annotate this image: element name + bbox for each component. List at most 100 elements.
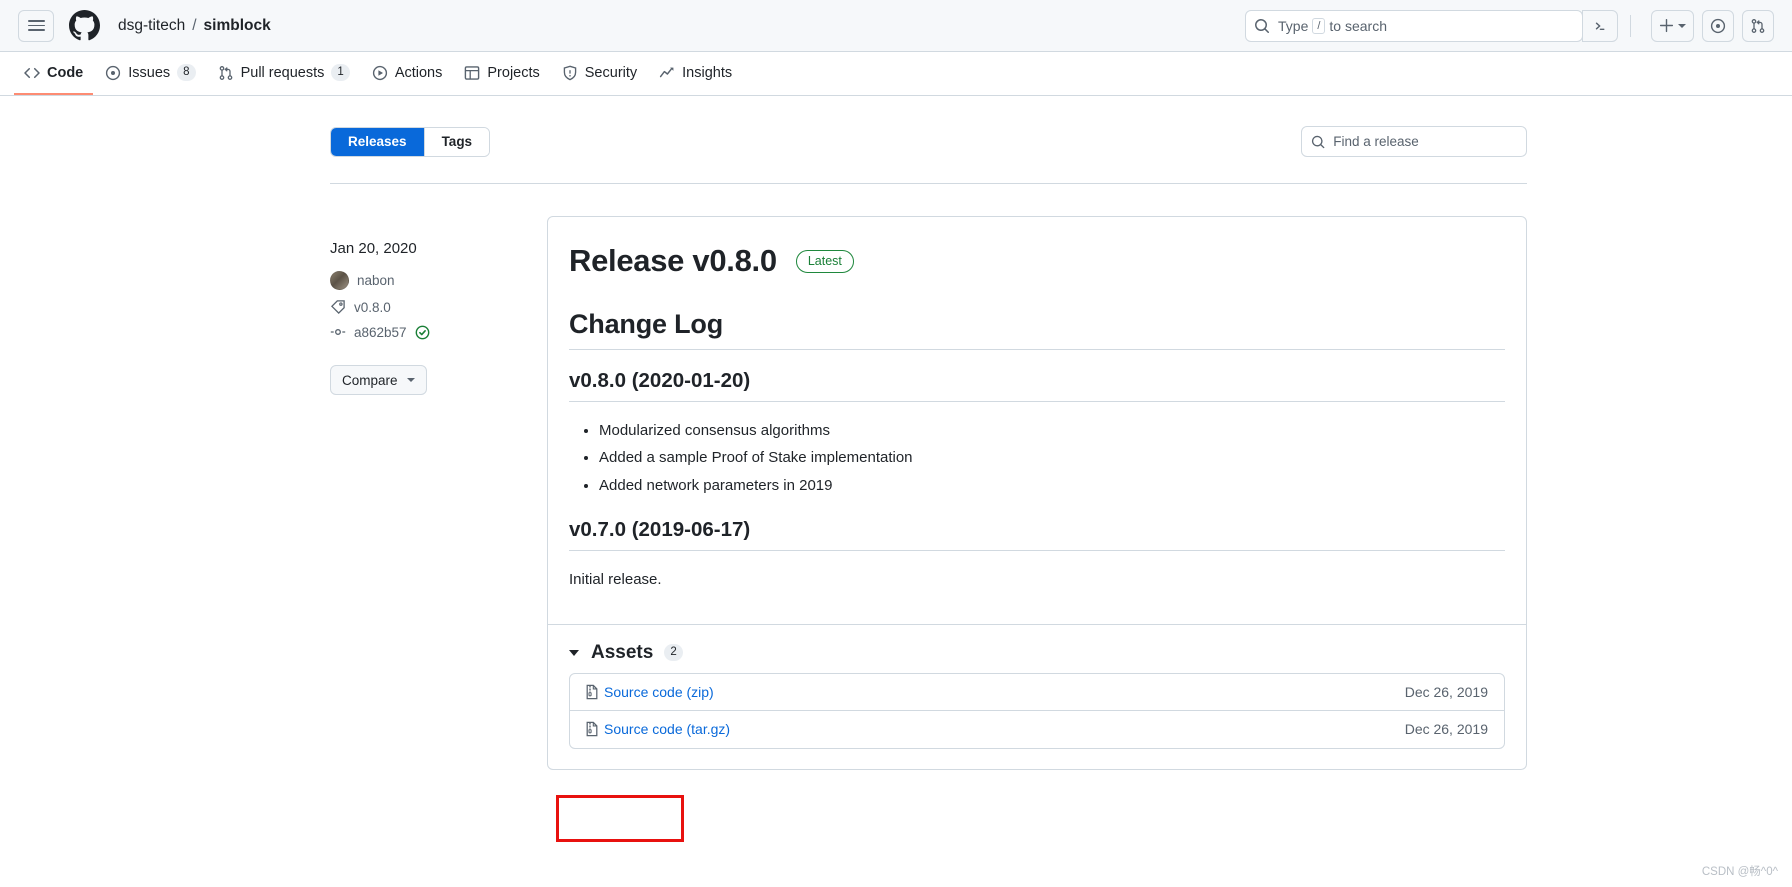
tab-actions[interactable]: Actions <box>362 52 453 95</box>
tab-issues[interactable]: Issues 8 <box>95 52 205 95</box>
releases-page: Releases Tags Jan 20, 2020 nabon <box>0 126 1792 770</box>
search-icon <box>1255 18 1269 33</box>
tab-pull-requests-count: 1 <box>331 64 350 81</box>
tab-issues-count: 8 <box>177 64 196 81</box>
git-pull-request-icon <box>1751 18 1765 33</box>
header-divider <box>1630 14 1631 37</box>
tab-security[interactable]: Security <box>552 52 647 95</box>
tab-security-label: Security <box>584 64 638 81</box>
your-issues-button[interactable] <box>1702 9 1734 42</box>
assets-count: 2 <box>664 644 683 662</box>
app-viewport: dsg-titech / simblock Type / to search C… <box>0 0 1792 887</box>
asset-label-group: Source code (zip) <box>584 684 714 700</box>
code-icon <box>24 67 40 78</box>
issue-opened-icon <box>1710 18 1726 33</box>
release-tag[interactable]: v0.8.0 <box>330 299 525 315</box>
command-palette-button[interactable] <box>1582 9 1618 42</box>
plus-icon <box>1659 18 1674 33</box>
asset-date: Dec 26, 2019 <box>1404 721 1488 738</box>
compare-button[interactable]: Compare <box>330 365 427 395</box>
table-icon <box>465 65 480 80</box>
triangle-down-icon <box>569 649 579 656</box>
your-pull-requests-button[interactable] <box>1742 9 1774 42</box>
file-zip-icon <box>586 722 598 737</box>
breadcrumb-owner[interactable]: dsg-titech <box>118 17 185 35</box>
release-commit-sha[interactable]: a862b57 <box>354 325 407 340</box>
tab-projects-label: Projects <box>487 64 540 81</box>
issue-opened-icon <box>106 65 121 80</box>
global-header: dsg-titech / simblock Type / to search <box>0 0 1792 52</box>
global-search-button[interactable]: Type / to search <box>1245 9 1583 42</box>
tab-pull-requests-label: Pull requests <box>240 64 325 81</box>
changelog-section-heading-1: v0.7.0 (2019-06-17) <box>569 518 1505 551</box>
repo-navigation: Code Issues 8 Pull requests 1 Actions Pr… <box>0 52 1792 96</box>
search-icon <box>1311 135 1325 148</box>
annotation-highlight-box <box>556 795 684 842</box>
slash-key-hint: / <box>1312 17 1326 34</box>
search-placeholder-prefix: Type <box>1278 17 1309 34</box>
avatar <box>330 271 349 290</box>
release-card: Release v0.8.0 Latest Change Log v0.8.0 … <box>547 216 1527 770</box>
assets-title: Assets <box>591 641 654 663</box>
list-item: Added network parameters in 2019 <box>599 474 1505 498</box>
asset-date: Dec 26, 2019 <box>1404 683 1488 700</box>
git-commit-icon <box>330 329 346 335</box>
list-item: Modularized consensus algorithms <box>599 419 1505 443</box>
create-new-button[interactable] <box>1651 9 1694 42</box>
changelog-paragraph-1: Initial release. <box>569 570 662 588</box>
tab-actions-label: Actions <box>394 64 443 81</box>
release-author-name[interactable]: nabon <box>357 273 395 288</box>
chevron-down-icon <box>1678 23 1686 28</box>
release-card-body: Release v0.8.0 Latest Change Log v0.8.0 … <box>548 217 1526 624</box>
asset-label-group: Source code (tar.gz) <box>584 721 730 737</box>
assets-section: Assets 2 Source code (zip) Dec 26, 2019 … <box>548 623 1526 769</box>
breadcrumb-repo[interactable]: simblock <box>204 17 271 35</box>
search-placeholder-suffix: to search <box>1329 17 1388 34</box>
verified-check-icon <box>415 325 429 339</box>
release-commit[interactable]: a862b57 <box>330 324 525 340</box>
git-pull-request-icon <box>219 65 232 80</box>
search-placeholder: Type / to search <box>1278 17 1388 34</box>
segment-releases[interactable]: Releases <box>331 127 425 156</box>
tab-code[interactable]: Code <box>14 52 94 95</box>
asset-download-link[interactable]: Source code (zip) <box>604 684 714 700</box>
play-icon <box>372 65 387 80</box>
shield-icon <box>563 65 577 80</box>
tab-insights[interactable]: Insights <box>649 52 742 95</box>
release-tag-name[interactable]: v0.8.0 <box>354 300 391 315</box>
tab-pull-requests[interactable]: Pull requests 1 <box>208 52 360 95</box>
table-row[interactable]: Source code (zip) Dec 26, 2019 <box>570 674 1504 711</box>
changelog-bullet-list-0: Modularized consensus algorithms Added a… <box>569 419 1505 498</box>
header-actions: Type / to search <box>1245 9 1774 42</box>
graph-icon <box>660 67 674 77</box>
assets-toggle[interactable]: Assets 2 <box>569 642 1505 664</box>
changelog-section-heading-0: v0.8.0 (2020-01-20) <box>569 369 1505 402</box>
breadcrumb: dsg-titech / simblock <box>118 17 271 35</box>
changelog-heading: Change Log <box>569 309 1505 350</box>
github-mark-icon <box>69 10 100 41</box>
page-title: Release v0.8.0 <box>569 243 777 278</box>
status-badge: Latest <box>795 249 854 273</box>
chevron-down-icon <box>406 378 415 382</box>
find-release-field[interactable] <box>1301 126 1527 157</box>
release-entry: Jan 20, 2020 nabon v0.8.0 a862b57 Compar… <box>330 216 1527 770</box>
toolbar-divider <box>330 183 1527 184</box>
release-author[interactable]: nabon <box>330 271 525 290</box>
release-header: Release v0.8.0 Latest <box>569 243 1505 279</box>
release-date: Jan 20, 2020 <box>330 240 417 257</box>
table-row[interactable]: Source code (tar.gz) Dec 26, 2019 <box>570 711 1504 748</box>
compare-button-label: Compare <box>342 372 398 388</box>
releases-toolbar: Releases Tags <box>0 126 1792 157</box>
tab-code-label: Code <box>47 64 84 81</box>
segment-tags[interactable]: Tags <box>424 127 490 156</box>
list-item: Added a sample Proof of Stake implementa… <box>599 446 1505 470</box>
hamburger-menu-button[interactable] <box>18 9 54 42</box>
tab-issues-label: Issues <box>128 64 171 81</box>
asset-download-link[interactable]: Source code (tar.gz) <box>604 721 730 737</box>
release-metadata: Jan 20, 2020 nabon v0.8.0 a862b57 Compar… <box>330 216 525 770</box>
find-release-input[interactable] <box>1333 134 1517 149</box>
tag-icon <box>330 300 345 315</box>
tab-projects[interactable]: Projects <box>454 52 549 95</box>
releases-tags-segmented-control: Releases Tags <box>330 126 491 157</box>
github-logo-link[interactable] <box>69 10 100 41</box>
